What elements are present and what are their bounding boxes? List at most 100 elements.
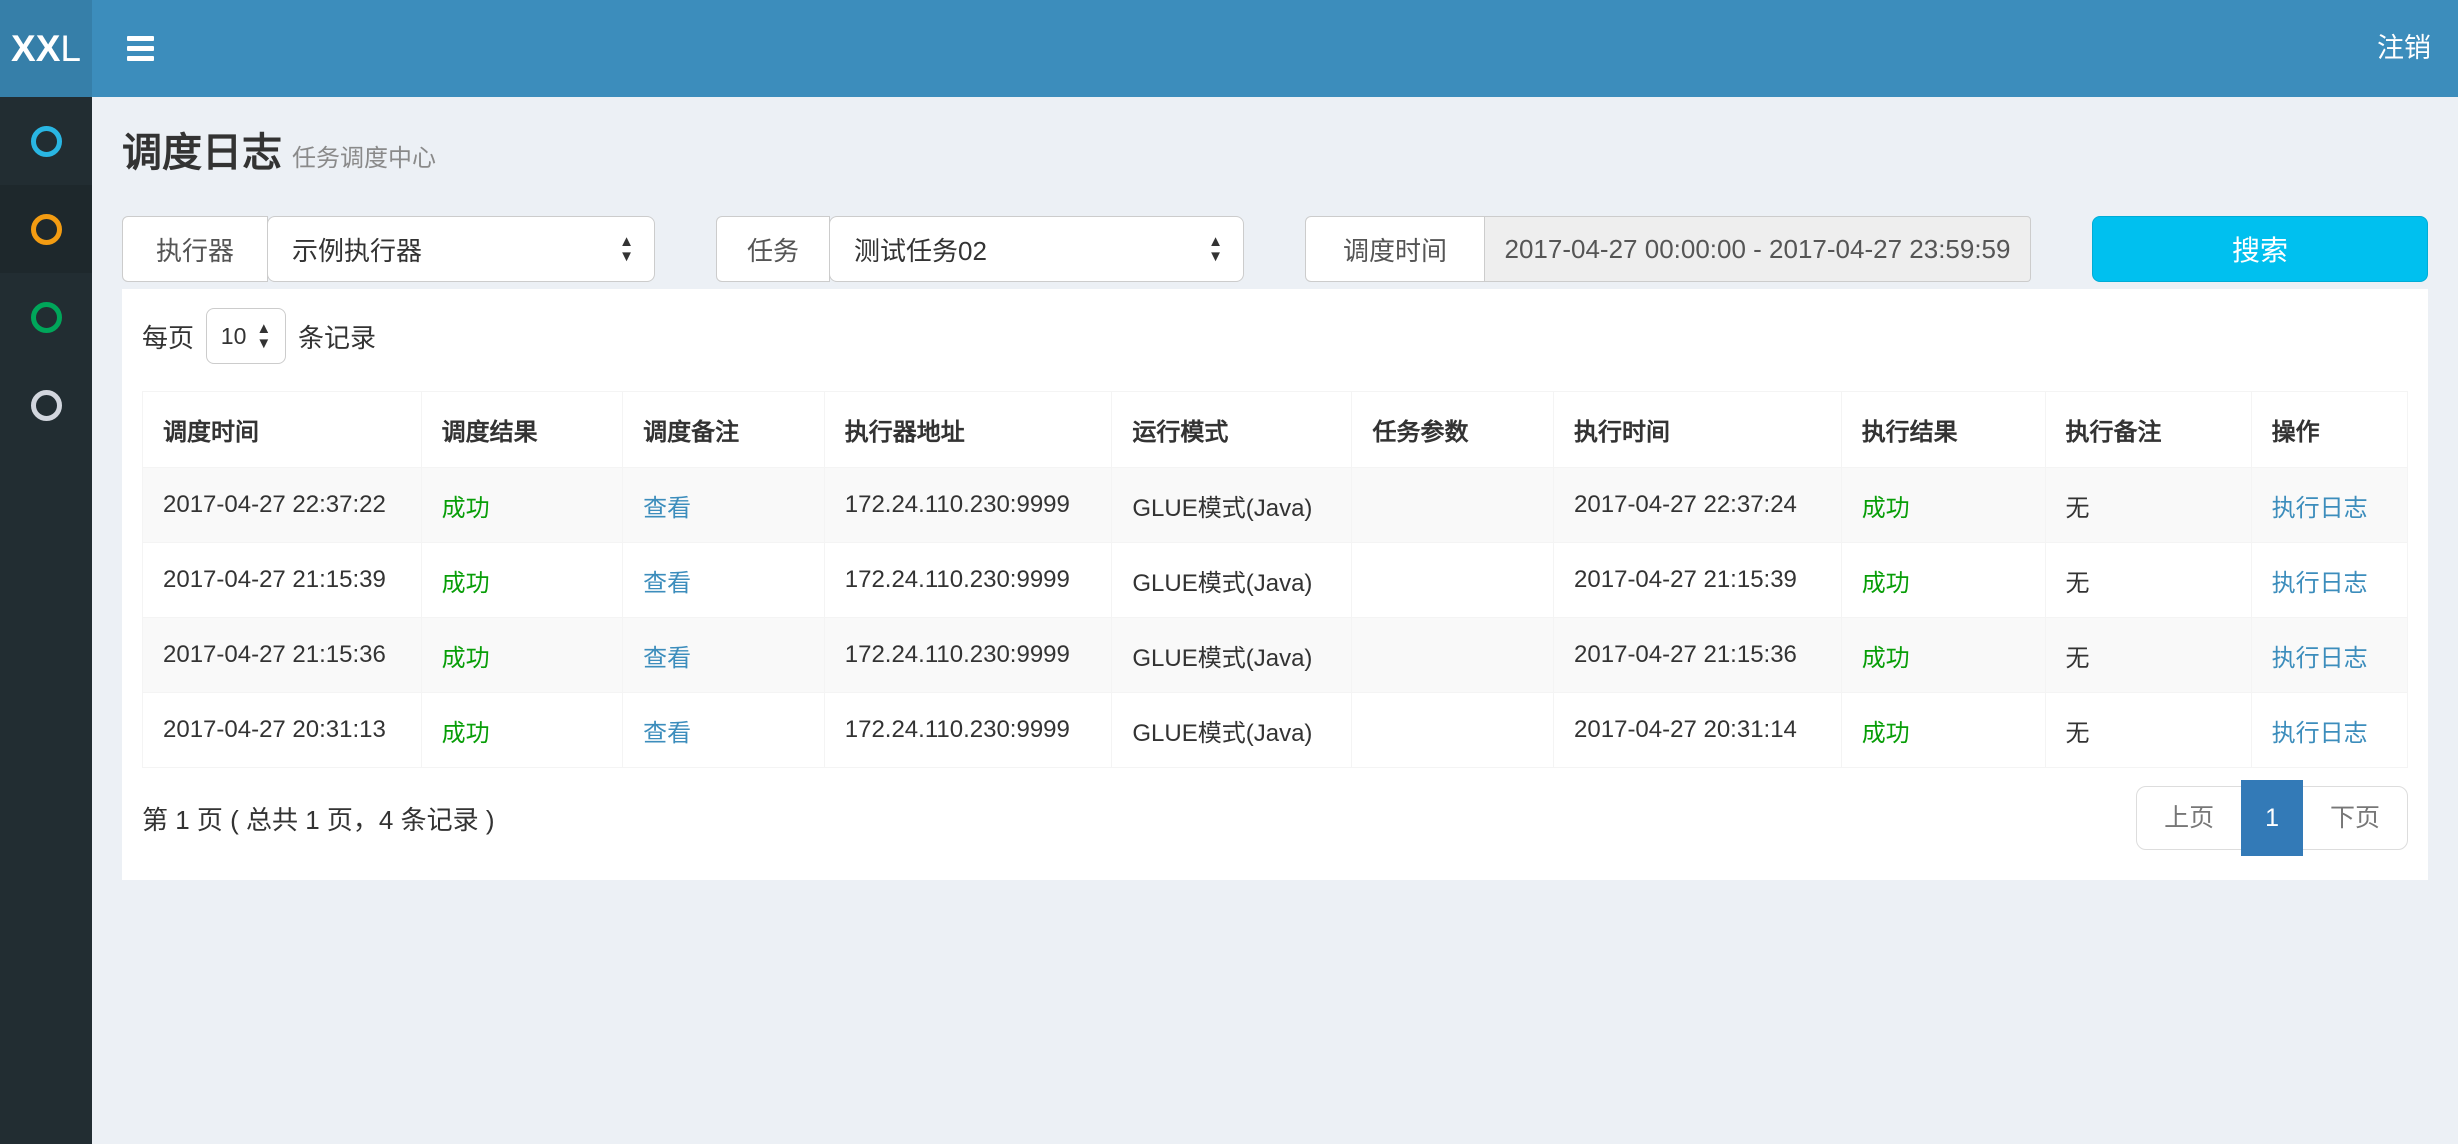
cell-job_param <box>1352 693 1554 768</box>
cell-job_param <box>1352 468 1554 543</box>
table-row: 2017-04-27 22:37:22成功查看172.24.110.230:99… <box>143 468 2408 543</box>
cell-executor_address: 172.24.110.230:9999 <box>824 693 1112 768</box>
page-size-select[interactable]: 10 ▲▼ <box>206 308 286 364</box>
circle-icon <box>31 390 62 421</box>
table-row: 2017-04-27 21:15:39成功查看172.24.110.230:99… <box>143 543 2408 618</box>
table-row: 2017-04-27 21:15:36成功查看172.24.110.230:99… <box>143 618 2408 693</box>
sidebar-item-4[interactable] <box>0 361 92 449</box>
column-header-action: 操作 <box>2251 392 2407 468</box>
page-size-prefix-label: 每页 <box>142 318 194 355</box>
schedule-time-filter-label: 调度时间 <box>1305 216 1485 282</box>
sidebar-item-3[interactable] <box>0 273 92 361</box>
cell-job_param <box>1352 618 1554 693</box>
view-schedule-remark-link[interactable]: 查看 <box>643 570 691 597</box>
table-header-row: 调度时间调度结果调度备注执行器地址运行模式任务参数执行时间执行结果执行备注操作 <box>143 392 2408 468</box>
page-size-row: 每页 10 ▲▼ 条记录 <box>142 307 2408 365</box>
prev-page-button[interactable]: 上页 <box>2137 787 2241 849</box>
table-row: 2017-04-27 20:31:13成功查看172.24.110.230:99… <box>143 693 2408 768</box>
job-filter-group: 任务 测试任务02 ▲▼ <box>716 216 1244 282</box>
cell-schedule_result: 成功 <box>421 618 623 693</box>
page-size-suffix-label: 条记录 <box>298 318 376 355</box>
cell-job_param <box>1352 543 1554 618</box>
logout-link[interactable]: 注销 <box>2350 0 2458 97</box>
top-navbar: XXL 注销 <box>0 0 2458 97</box>
schedule-time-filter-group: 调度时间 2017-04-27 00:00:00 - 2017-04-27 23… <box>1305 216 2031 282</box>
column-header-schedule_time: 调度时间 <box>143 392 422 468</box>
cell-exec_time: 2017-04-27 21:15:39 <box>1554 543 1842 618</box>
search-button[interactable]: 搜索 <box>2092 216 2428 282</box>
execute-log-link[interactable]: 执行日志 <box>2272 645 2368 672</box>
app-logo[interactable]: XXL <box>0 0 92 97</box>
log-list-panel: 每页 10 ▲▼ 条记录 调度时间调度结果调度备注执行器地址运行模式任务参数执行… <box>122 289 2428 880</box>
cell-action: 执行日志 <box>2251 693 2407 768</box>
column-header-run_mode: 运行模式 <box>1112 392 1352 468</box>
cell-run_mode: GLUE模式(Java) <box>1112 468 1352 543</box>
cell-schedule_remark: 查看 <box>623 693 825 768</box>
cell-executor_address: 172.24.110.230:9999 <box>824 543 1112 618</box>
executor-select-value: 示例执行器 <box>292 231 619 268</box>
cell-run_mode: GLUE模式(Java) <box>1112 618 1352 693</box>
view-schedule-remark-link[interactable]: 查看 <box>643 495 691 522</box>
column-header-exec_remark: 执行备注 <box>2045 392 2251 468</box>
next-page-button[interactable]: 下页 <box>2303 787 2407 849</box>
hamburger-icon <box>127 36 154 61</box>
execute-log-link[interactable]: 执行日志 <box>2272 570 2368 597</box>
filter-bar: 执行器 示例执行器 ▲▼ 任务 测试任务02 ▲▼ 调度时间 2017-04-2… <box>122 216 2428 282</box>
cell-action: 执行日志 <box>2251 618 2407 693</box>
sidebar <box>0 97 92 1144</box>
cell-exec_remark: 无 <box>2045 693 2251 768</box>
pagination-row: 第 1 页 ( 总共 1 页，4 条记录 ) 上页 1 下页 <box>142 786 2408 850</box>
circle-icon <box>31 302 62 333</box>
column-header-schedule_remark: 调度备注 <box>623 392 825 468</box>
cell-schedule_remark: 查看 <box>623 618 825 693</box>
execute-log-link[interactable]: 执行日志 <box>2272 495 2368 522</box>
cell-action: 执行日志 <box>2251 543 2407 618</box>
job-select[interactable]: 测试任务02 ▲▼ <box>829 216 1244 282</box>
dispatch-log-table: 调度时间调度结果调度备注执行器地址运行模式任务参数执行时间执行结果执行备注操作 … <box>142 391 2408 768</box>
pagination-info: 第 1 页 ( 总共 1 页，4 条记录 ) <box>142 800 495 837</box>
circle-icon <box>31 126 62 157</box>
job-filter-label: 任务 <box>716 216 830 282</box>
column-header-exec_result: 执行结果 <box>1841 392 2045 468</box>
cell-exec_time: 2017-04-27 22:37:24 <box>1554 468 1842 543</box>
schedule-time-range-input[interactable]: 2017-04-27 00:00:00 - 2017-04-27 23:59:5… <box>1485 216 2031 282</box>
page-title-text: 调度日志 <box>122 131 282 175</box>
cell-exec_time: 2017-04-27 20:31:14 <box>1554 693 1842 768</box>
cell-schedule_remark: 查看 <box>623 468 825 543</box>
cell-schedule_result: 成功 <box>421 693 623 768</box>
cell-executor_address: 172.24.110.230:9999 <box>824 618 1112 693</box>
job-select-value: 测试任务02 <box>854 231 1208 268</box>
cell-run_mode: GLUE模式(Java) <box>1112 543 1352 618</box>
sidebar-menu <box>0 97 92 449</box>
cell-schedule_remark: 查看 <box>623 543 825 618</box>
column-header-executor_address: 执行器地址 <box>824 392 1112 468</box>
navbar-spacer <box>188 0 2350 97</box>
cell-exec_remark: 无 <box>2045 618 2251 693</box>
select-arrows-icon: ▲▼ <box>619 234 634 264</box>
sidebar-toggle-button[interactable] <box>92 0 188 97</box>
current-page-button[interactable]: 1 <box>2241 780 2303 856</box>
app-root: XXL 注销 调度日志任务调度中心 执行器 示例执行器 ▲▼ 任务 <box>0 0 2458 1144</box>
cell-executor_address: 172.24.110.230:9999 <box>824 468 1112 543</box>
column-header-exec_time: 执行时间 <box>1554 392 1842 468</box>
cell-exec_result: 成功 <box>1841 618 2045 693</box>
page-title: 调度日志任务调度中心 <box>122 123 2428 189</box>
cell-schedule_time: 2017-04-27 22:37:22 <box>143 468 422 543</box>
cell-action: 执行日志 <box>2251 468 2407 543</box>
sidebar-item-2[interactable] <box>0 185 92 273</box>
cell-exec_result: 成功 <box>1841 693 2045 768</box>
view-schedule-remark-link[interactable]: 查看 <box>643 720 691 747</box>
executor-filter-label: 执行器 <box>122 216 268 282</box>
sidebar-item-1[interactable] <box>0 97 92 185</box>
content-header: 调度日志任务调度中心 <box>92 97 2458 189</box>
view-schedule-remark-link[interactable]: 查看 <box>643 645 691 672</box>
executor-select[interactable]: 示例执行器 ▲▼ <box>267 216 655 282</box>
cell-exec_result: 成功 <box>1841 543 2045 618</box>
column-header-job_param: 任务参数 <box>1352 392 1554 468</box>
select-arrows-icon: ▲▼ <box>256 321 271 351</box>
execute-log-link[interactable]: 执行日志 <box>2272 720 2368 747</box>
executor-filter-group: 执行器 示例执行器 ▲▼ <box>122 216 655 282</box>
pagination-buttons: 上页 1 下页 <box>2136 786 2408 850</box>
cell-schedule_time: 2017-04-27 21:15:39 <box>143 543 422 618</box>
logo-bold-text: XX <box>11 28 60 70</box>
